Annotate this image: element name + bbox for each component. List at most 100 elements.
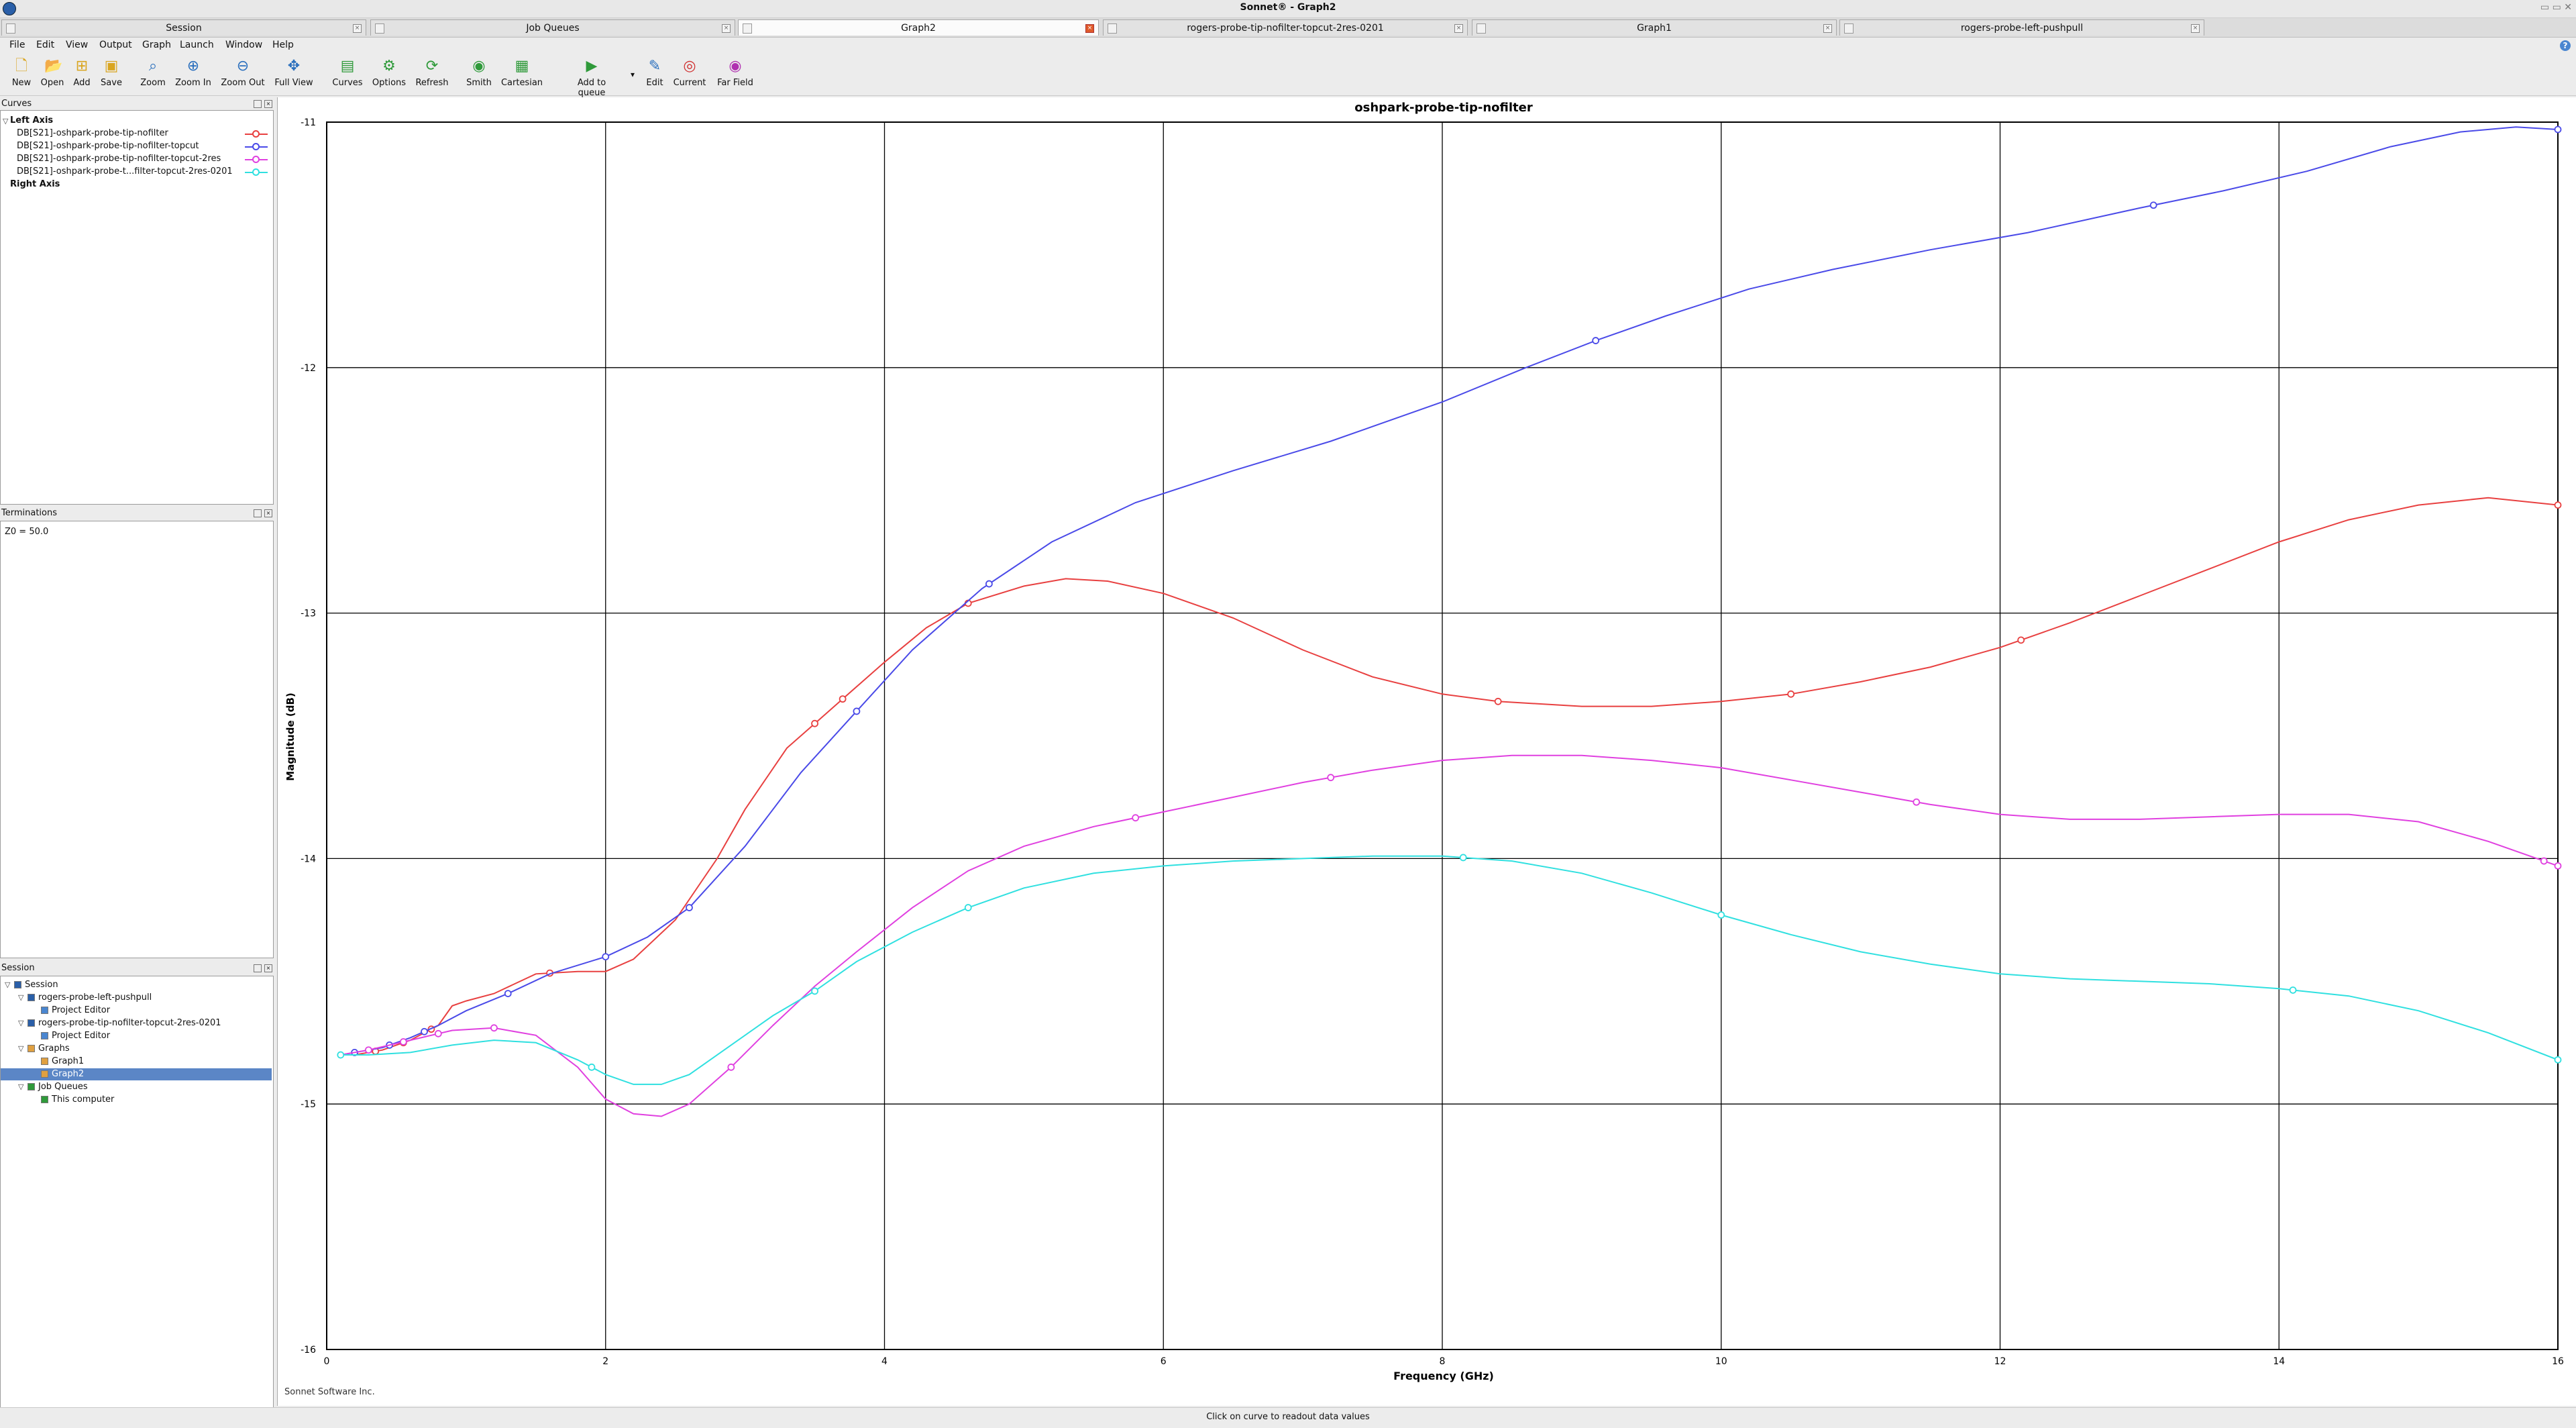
- expand-arrow-icon[interactable]: ▽: [18, 993, 23, 1002]
- session-tree-item[interactable]: Project Editor: [1, 1030, 272, 1042]
- tab-session[interactable]: Session ×: [1, 19, 366, 36]
- grid: [326, 121, 2559, 1350]
- help-icon[interactable]: ?: [2560, 40, 2571, 51]
- cartesian-button[interactable]: ▦ Cartesian: [495, 59, 549, 89]
- refresh-button[interactable]: ⟳ Refresh: [405, 59, 459, 89]
- expand-arrow-icon[interactable]: ▽: [5, 980, 10, 989]
- y-tick-label: -13: [301, 609, 316, 619]
- data-point-marker: [337, 1051, 345, 1059]
- document-tab-strip: Session × Job Queues × Graph2 × rogers-p…: [0, 18, 2576, 38]
- far-field-icon: ◉: [729, 58, 742, 74]
- close-icon[interactable]: ×: [722, 24, 731, 33]
- float-panel-icon[interactable]: [254, 964, 262, 972]
- job-queue-icon: [375, 23, 384, 34]
- toolbar-button-label: Save: [101, 78, 122, 88]
- tab-job-queues[interactable]: Job Queues ×: [370, 19, 735, 36]
- menu-output[interactable]: Output: [99, 40, 132, 50]
- status-bar: Click on curve to readout data values: [0, 1407, 2576, 1428]
- toolbar-button-label: Edit: [646, 78, 663, 88]
- sonnet-footer-text: Sonnet Software Inc.: [284, 1387, 375, 1397]
- toolbar-button-label: Current: [673, 78, 706, 88]
- close-icon[interactable]: ×: [353, 24, 362, 33]
- close-panel-icon[interactable]: ×: [264, 100, 272, 108]
- session-tree-item[interactable]: Graph1: [1, 1056, 272, 1068]
- data-point-marker: [964, 904, 972, 911]
- data-point-marker: [2554, 501, 2562, 509]
- close-icon[interactable]: ×: [2191, 24, 2200, 33]
- session-tree-item[interactable]: Graph2: [1, 1068, 272, 1080]
- data-point-marker: [985, 580, 993, 588]
- tab-label: Session: [166, 23, 202, 34]
- status-text: Click on curve to readout data values: [1206, 1412, 1370, 1422]
- x-tick-label: 6: [1161, 1356, 1167, 1367]
- x-tick-label: 10: [1715, 1356, 1727, 1367]
- menu-file[interactable]: File: [9, 40, 25, 50]
- expand-arrow-icon[interactable]: ▽: [18, 1019, 23, 1027]
- expand-arrow-icon[interactable]: ▽: [18, 1044, 23, 1053]
- tab-project-0201[interactable]: rogers-probe-tip-nofilter-topcut-2res-02…: [1103, 19, 1468, 36]
- curve-legend-marker: [252, 130, 260, 138]
- tree-node-label: Job Queues: [38, 1082, 88, 1092]
- tab-label: Graph1: [1637, 23, 1672, 34]
- toolbar-button-label: Curves: [332, 78, 363, 88]
- options-icon: ⚙: [382, 58, 396, 74]
- menu-window[interactable]: Window: [225, 40, 262, 50]
- x-tick-label: 14: [2273, 1356, 2285, 1367]
- x-tick-label: 8: [1440, 1356, 1446, 1367]
- session-tree-item[interactable]: ▽ rogers-probe-tip-nofilter-topcut-2res-0…: [1, 1017, 272, 1029]
- full-view-icon: ✥: [287, 58, 301, 74]
- line-chart[interactable]: oshpark-probe-tip-nofilter Frequency (GH…: [278, 97, 2576, 1406]
- curve-legend-marker: [252, 168, 260, 176]
- close-icon[interactable]: ×: [1823, 24, 1832, 33]
- smith-chart-icon: ◉: [472, 58, 486, 74]
- far-field-button[interactable]: ◉ Far Field: [708, 58, 762, 89]
- session-tree-item[interactable]: ▽ rogers-probe-left-pushpull: [1, 992, 272, 1004]
- y-tick-label: -12: [301, 363, 316, 374]
- menu-edit[interactable]: Edit: [36, 40, 54, 50]
- close-panel-icon[interactable]: ×: [264, 964, 272, 972]
- close-icon[interactable]: ×: [1085, 24, 1094, 33]
- y-axis-label: Magnitude (dB): [284, 693, 297, 780]
- queue-dropdown-icon[interactable]: ▾: [631, 70, 635, 79]
- data-point-marker: [1913, 798, 1921, 806]
- collapse-arrow-icon[interactable]: ▽: [3, 117, 8, 125]
- window-controls[interactable]: ▭ ▭ ✕: [2540, 2, 2572, 13]
- session-tree-item[interactable]: This computer: [1, 1094, 272, 1106]
- session-tree-item[interactable]: ▽ Graphs: [1, 1043, 272, 1055]
- session-tree-item[interactable]: Project Editor: [1, 1005, 272, 1017]
- expand-arrow-icon[interactable]: ▽: [18, 1082, 23, 1091]
- full-view-button[interactable]: ✥ Full View: [267, 58, 321, 89]
- float-panel-icon[interactable]: [254, 100, 262, 108]
- data-point-marker: [853, 707, 861, 715]
- data-point-marker: [1787, 690, 1795, 698]
- close-icon[interactable]: ×: [1454, 24, 1463, 33]
- menu-graph[interactable]: Graph: [142, 40, 171, 50]
- x-tick-label: 12: [1994, 1356, 2006, 1367]
- graph-area[interactable]: oshpark-probe-tip-nofilter Frequency (GH…: [277, 97, 2576, 1406]
- close-panel-icon[interactable]: ×: [264, 509, 272, 517]
- menu-view[interactable]: View: [66, 40, 88, 50]
- project-icon: [1108, 23, 1117, 34]
- tree-node-label: This computer: [52, 1094, 115, 1105]
- add-to-queue-button[interactable]: ▶ Add to queue: [565, 59, 619, 99]
- tab-graph2[interactable]: Graph2 ×: [738, 19, 1099, 36]
- tree-node-icon: [41, 1070, 48, 1078]
- toolbar-button-label: Far Field: [717, 78, 753, 88]
- session-tree-item[interactable]: ▽ Job Queues: [1, 1081, 272, 1093]
- menu-launch[interactable]: Launch: [180, 40, 214, 50]
- menu-help[interactable]: Help: [272, 40, 294, 50]
- left-axis-label: Left Axis: [10, 115, 54, 125]
- tab-project-pushpull[interactable]: rogers-probe-left-pushpull ×: [1839, 19, 2204, 36]
- curves-panel: ▽ Left Axis DB[S21]-oshpark-probe-tip-no…: [0, 110, 274, 505]
- zoom-in-button[interactable]: ⊕ Zoom In: [166, 59, 220, 89]
- data-point-marker: [811, 987, 818, 995]
- data-point-marker: [2149, 201, 2157, 209]
- tab-graph1[interactable]: Graph1 ×: [1472, 19, 1837, 36]
- tree-node-icon: [28, 1019, 35, 1027]
- zoom-out-button[interactable]: ⊖ Zoom Out: [216, 59, 270, 89]
- session-tree-item[interactable]: ▽ Session: [1, 979, 272, 991]
- float-panel-icon[interactable]: [254, 509, 262, 517]
- window-title: Sonnet® - Graph2: [1240, 2, 1336, 13]
- data-point-marker: [839, 695, 847, 703]
- data-point-marker: [811, 719, 818, 727]
